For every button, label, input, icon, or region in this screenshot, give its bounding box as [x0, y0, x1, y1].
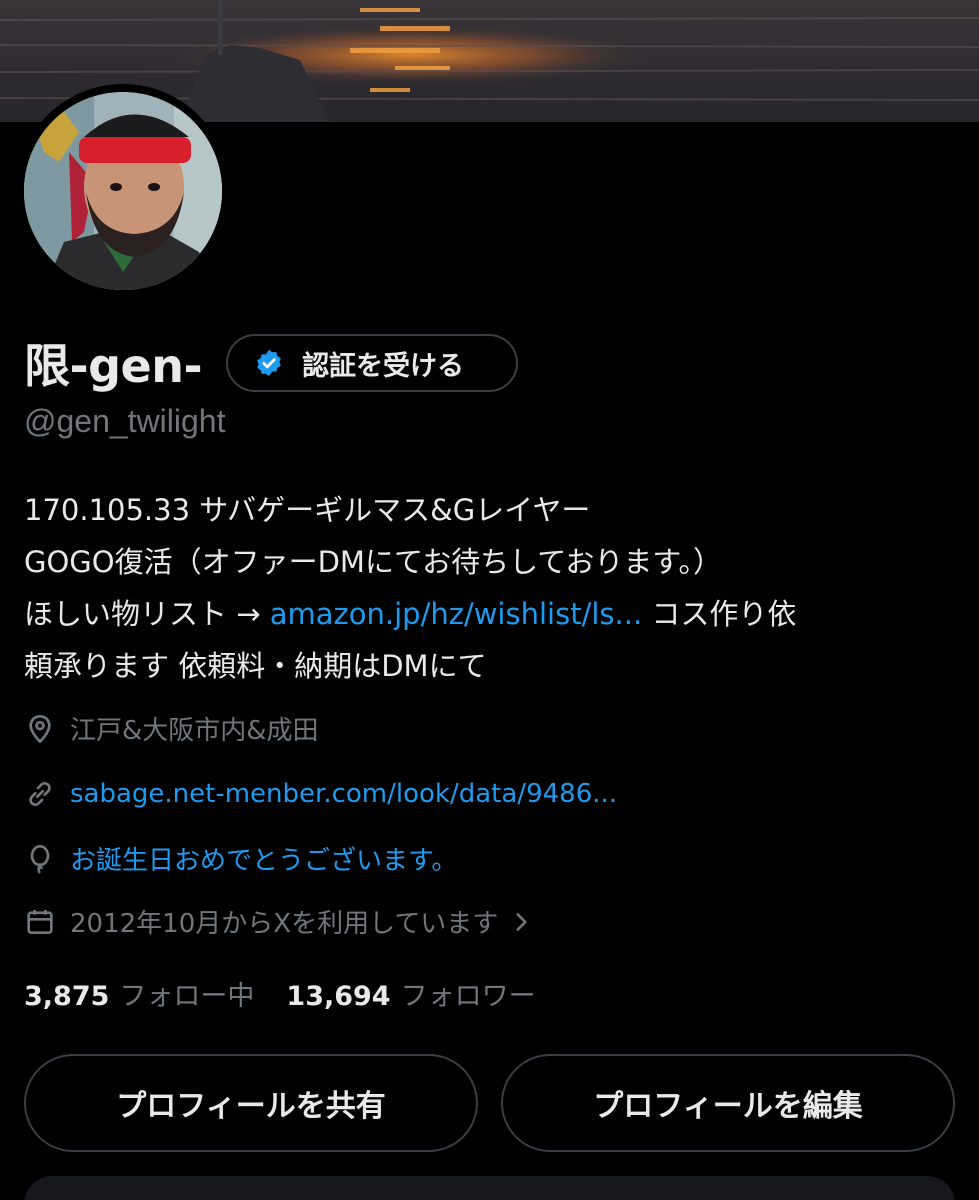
- calendar-icon: [27, 909, 53, 934]
- bio-line-3-suffix: コス作り依: [642, 597, 797, 631]
- followers-count: 13,694: [286, 981, 391, 1012]
- share-profile-button[interactable]: プロフィールを共有: [24, 1054, 478, 1152]
- bio-line-3-prefix: ほしい物リスト →: [24, 597, 270, 631]
- following-count: 3,875: [24, 981, 110, 1012]
- bio-line-3: ほしい物リスト → amazon.jp/hz/wishlist/ls... コス…: [24, 588, 954, 640]
- profile-avatar[interactable]: [16, 84, 230, 298]
- wishlist-link[interactable]: amazon.jp/hz/wishlist/ls...: [270, 597, 642, 631]
- name-row: 限-gen- 認証を受ける: [24, 330, 519, 396]
- balloon-icon: [30, 844, 50, 874]
- followers-link[interactable]: 13,694 フォロワー: [286, 974, 535, 1013]
- followers-label: フォロワー: [400, 981, 536, 1012]
- verified-badge-icon: [257, 349, 281, 377]
- joined-row[interactable]: 2012年10月からXを利用しています: [24, 903, 534, 940]
- joined-text: 2012年10月からXを利用しています: [70, 909, 499, 939]
- link-icon: [29, 781, 51, 807]
- location-row: 江戸&大阪市内&成田: [24, 710, 319, 747]
- location-text: 江戸&大阪市内&成田: [70, 716, 319, 746]
- bio-line-2: GOGO復活（オファーDMにてお待ちしております。）: [24, 545, 722, 579]
- profile-bio: 170.105.33 サバゲーギルマス&Gレイヤー GOGO復活（オファーDMに…: [24, 484, 954, 692]
- share-profile-label: プロフィールを共有: [116, 1089, 386, 1124]
- chevron-right-icon: [516, 912, 527, 931]
- birthday-row: お誕生日おめでとうございます。: [24, 840, 457, 877]
- following-link[interactable]: 3,875 フォロー中: [24, 974, 254, 1013]
- location-pin-icon: [29, 714, 51, 744]
- following-label: フォロー中: [119, 981, 255, 1012]
- website-link[interactable]: sabage.net-menber.com/look/data/9486...: [70, 779, 617, 809]
- edit-profile-button[interactable]: プロフィールを編集: [501, 1054, 955, 1152]
- next-section-card: [24, 1176, 955, 1200]
- display-name: 限-gen-: [24, 339, 203, 393]
- profile-page: 限-gen- 認証を受ける @gen_twilight 170.105.33 サ…: [0, 0, 979, 1200]
- website-row: sabage.net-menber.com/look/data/9486...: [24, 778, 617, 810]
- get-verified-button[interactable]: 認証を受ける: [226, 334, 519, 392]
- avatar-image: [24, 92, 222, 290]
- user-handle: @gen_twilight: [24, 403, 226, 439]
- bio-line-1: 170.105.33 サバゲーギルマス&Gレイヤー: [24, 493, 591, 527]
- get-verified-label: 認証を受ける: [302, 350, 465, 382]
- bio-line-4: 頼承ります 依頼料・納期はDMにて: [24, 649, 487, 683]
- edit-profile-label: プロフィールを編集: [593, 1089, 863, 1124]
- follow-stats: 3,875 フォロー中 13,694 フォロワー: [24, 974, 536, 1013]
- birthday-text[interactable]: お誕生日おめでとうございます。: [70, 840, 457, 877]
